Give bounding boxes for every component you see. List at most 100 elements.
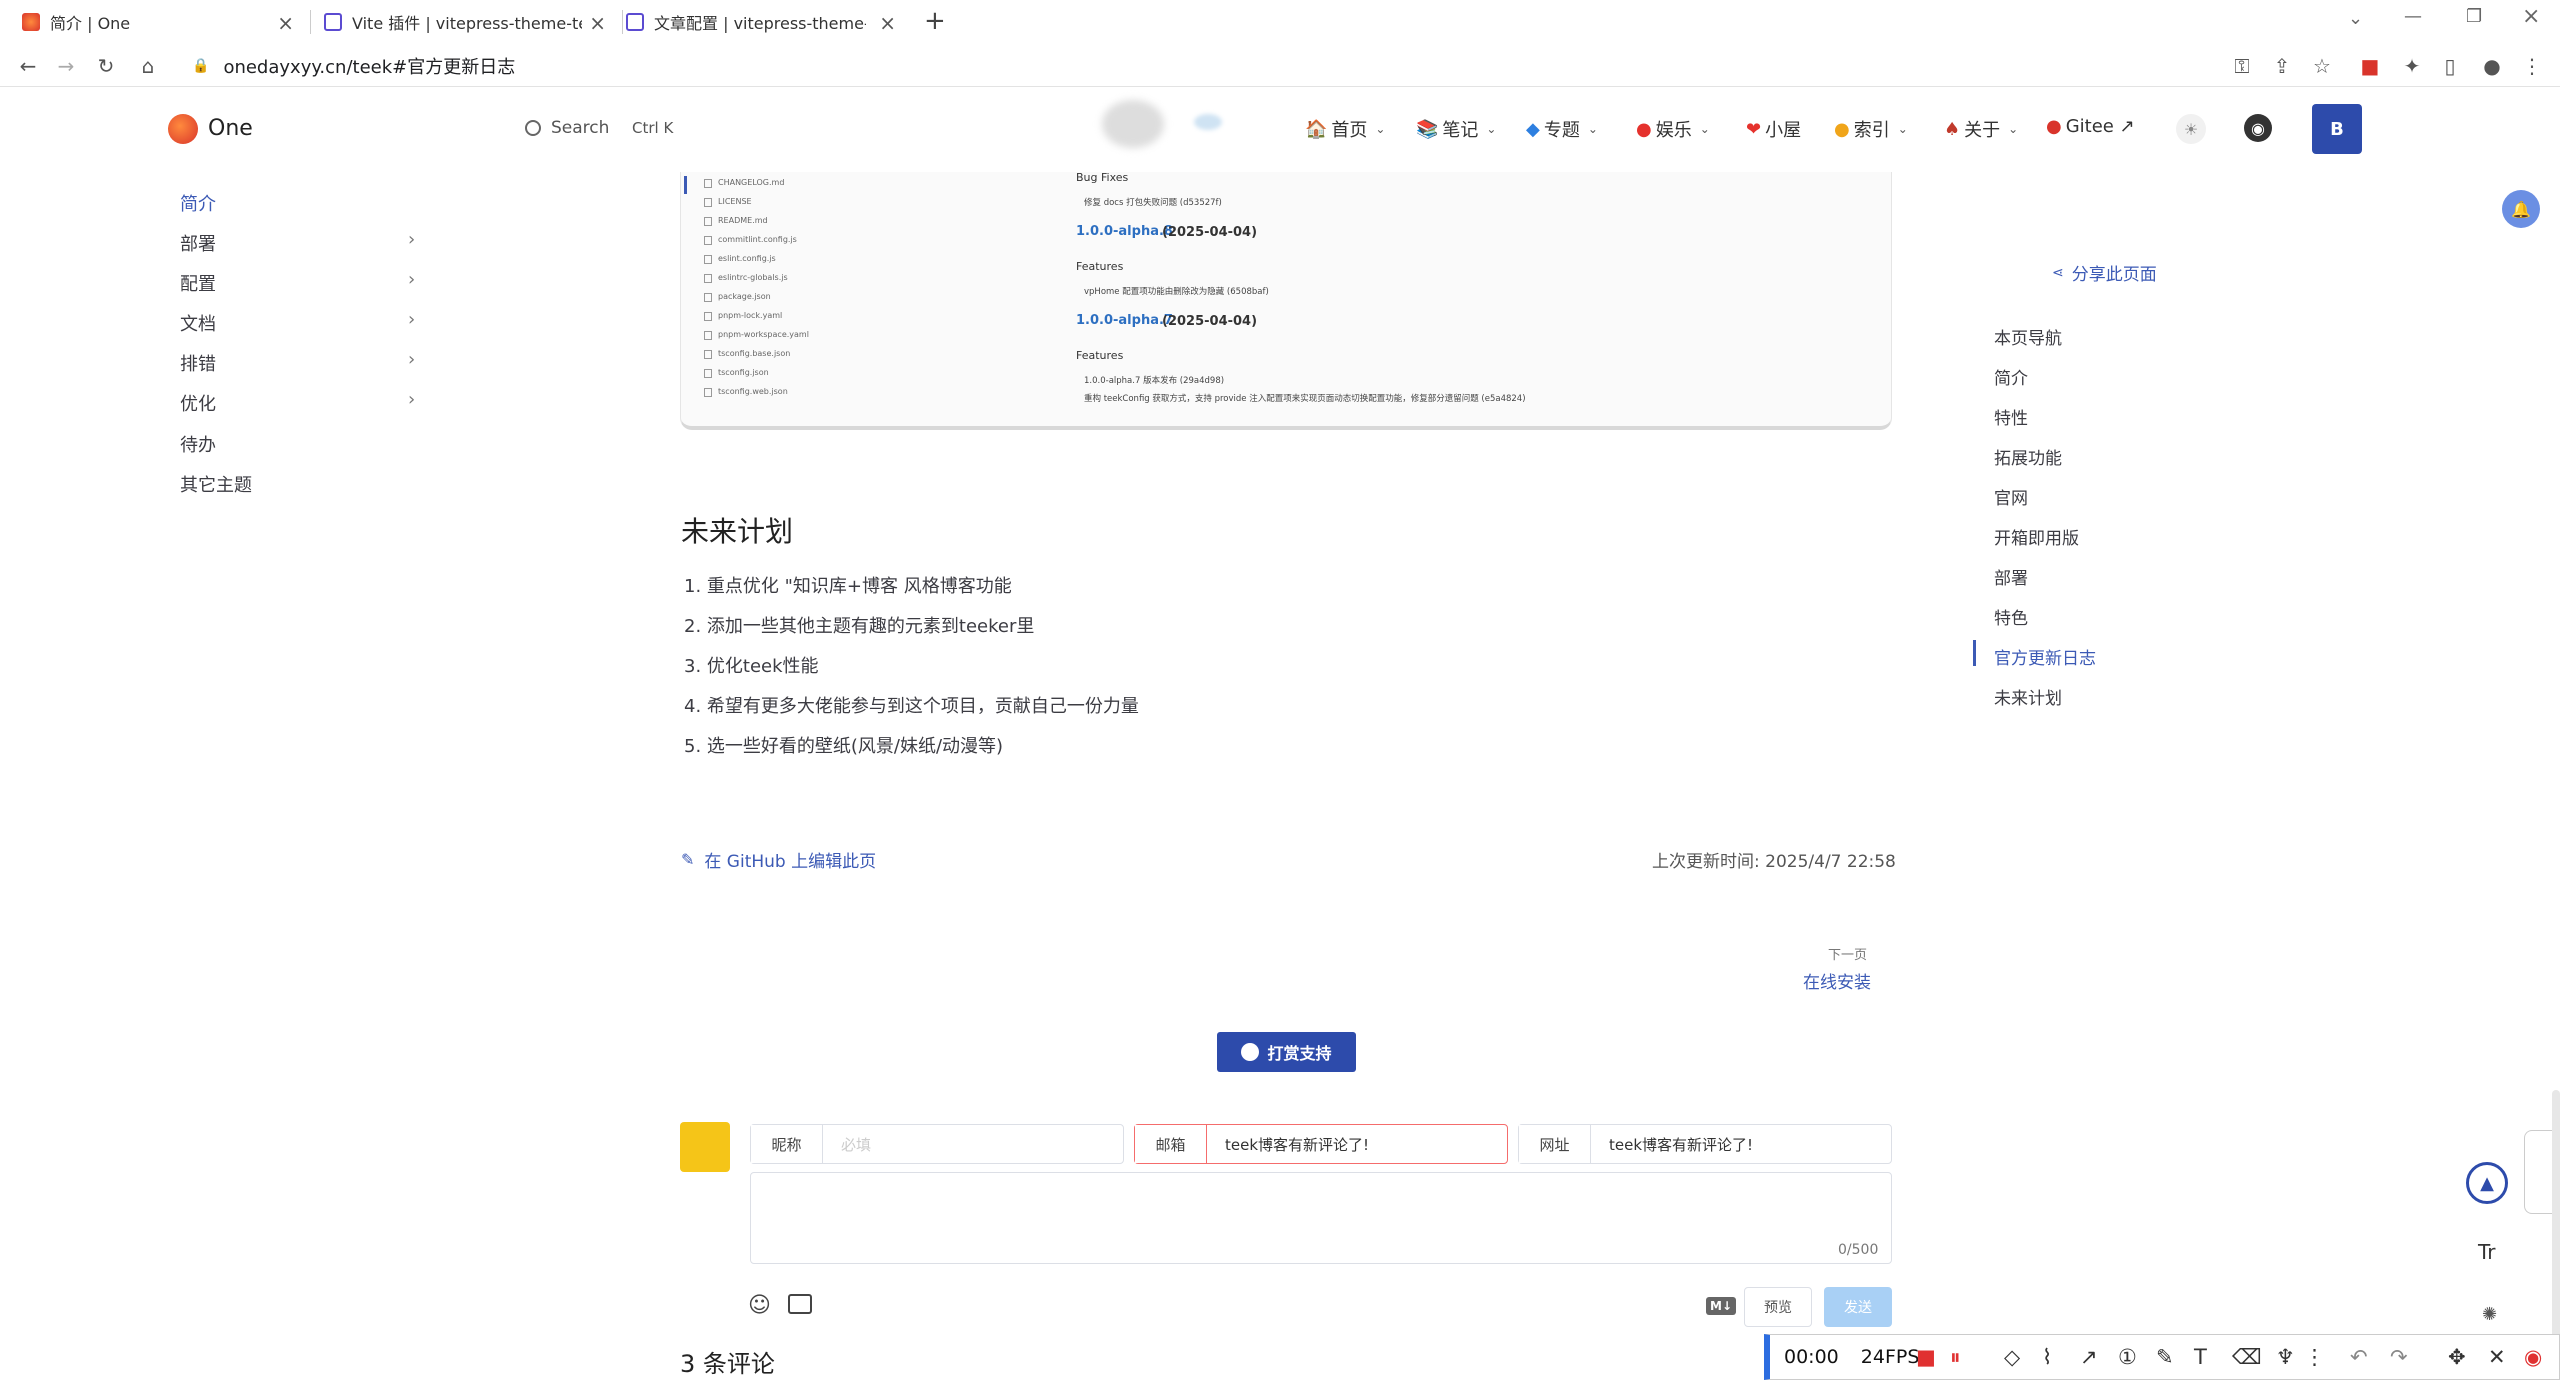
nav-topics[interactable]: ◆ 专题 ⌄ xyxy=(1526,116,1598,142)
back-icon[interactable]: ← xyxy=(14,52,42,80)
bookmark-star-icon[interactable]: ☆ xyxy=(2308,52,2336,80)
chevron-right-icon[interactable]: › xyxy=(408,309,415,330)
toc-item-highlights[interactable]: 特色 xyxy=(1994,604,2028,629)
key-icon[interactable]: ⚿ xyxy=(2228,52,2256,80)
font-size-icon[interactable]: Tr xyxy=(2478,1240,2496,1264)
sidebar-item-deploy[interactable]: 部署 xyxy=(180,230,216,256)
nav-gitee[interactable]: ● Gitee ↗ xyxy=(2046,116,2135,137)
nav-home[interactable]: 🏠 首页 ⌄ xyxy=(1305,116,1385,142)
profile-icon[interactable]: ● xyxy=(2478,52,2506,80)
site-brand[interactable]: One xyxy=(208,116,253,141)
email-value[interactable]: teek博客有新评论了! xyxy=(1207,1134,1369,1155)
toc-item-future-plans[interactable]: 未来计划 xyxy=(1994,684,2062,709)
chevron-right-icon[interactable]: › xyxy=(408,269,415,290)
comment-textarea[interactable] xyxy=(750,1172,1892,1264)
nickname-field[interactable]: 昵称 必填 xyxy=(750,1124,1124,1164)
notification-bell-icon[interactable]: 🔔 xyxy=(2502,190,2540,228)
forward-icon[interactable]: → xyxy=(52,52,80,80)
minimize-icon[interactable]: — xyxy=(2404,6,2422,27)
share-icon[interactable]: ⇪ xyxy=(2268,52,2296,80)
github-icon[interactable]: ◉ xyxy=(2244,114,2272,142)
menu-dots-icon[interactable]: ⋮ xyxy=(2518,52,2546,80)
reward-label: 打赏支持 xyxy=(1267,1044,1332,1063)
sidebar-item-intro[interactable]: 简介 xyxy=(180,190,216,216)
address-bar[interactable]: 🔒 onedayxyy.cn/teek#官方更新日志 xyxy=(192,52,515,80)
nav-about[interactable]: ♠ 关于 ⌄ xyxy=(1944,116,2018,142)
window-close-icon[interactable]: × xyxy=(2522,4,2540,29)
new-tab-button[interactable]: + xyxy=(924,6,946,36)
toc-item-changelog[interactable]: 官方更新日志 xyxy=(1994,644,2096,669)
image-upload-icon[interactable] xyxy=(788,1294,812,1314)
eraser-icon[interactable]: ⌫ xyxy=(2232,1345,2262,1369)
scrollbar[interactable] xyxy=(2552,1090,2560,1340)
side-panel-icon[interactable]: ▯ xyxy=(2436,52,2464,80)
pen-icon[interactable]: ✎ xyxy=(2156,1345,2174,1369)
text-icon[interactable]: T xyxy=(2194,1345,2207,1369)
sidebar-item-docs[interactable]: 文档 xyxy=(180,310,216,336)
sidebar-item-other-themes[interactable]: 其它主题 xyxy=(180,471,252,497)
version-link[interactable]: 1.0.0-alpha.7 xyxy=(1076,313,1173,328)
more-icon[interactable]: ⋮ xyxy=(2304,1345,2325,1369)
preview-button[interactable]: 预览 xyxy=(1744,1287,1812,1327)
sidebar-item-config[interactable]: 配置 xyxy=(180,270,216,296)
chevron-right-icon[interactable]: › xyxy=(408,229,415,250)
website-field[interactable]: 网址 teek博客有新评论了! xyxy=(1518,1124,1892,1164)
version-link[interactable]: 1.0.0-alpha.8 xyxy=(1076,224,1173,239)
toc-item-intro[interactable]: 简介 xyxy=(1994,364,2028,389)
toc-item-features[interactable]: 特性 xyxy=(1994,404,2028,429)
close-recorder-icon[interactable]: ✕ xyxy=(2488,1345,2506,1369)
logo-icon[interactable] xyxy=(168,114,198,144)
number-icon[interactable]: ① xyxy=(2118,1345,2137,1369)
theme-toggle-icon[interactable]: ☀ xyxy=(2176,114,2206,144)
toc-item-deploy[interactable]: 部署 xyxy=(1994,564,2028,589)
record-icon[interactable]: ◉ xyxy=(2524,1345,2542,1369)
curve-icon[interactable]: ⌇ xyxy=(2042,1345,2052,1369)
email-field[interactable]: 邮箱 teek博客有新评论了! xyxy=(1134,1124,1508,1164)
browser-tab-1[interactable]: 简介 | One × xyxy=(22,0,302,44)
nav-index[interactable]: ● 索引 ⌄ xyxy=(1834,116,1908,142)
send-button[interactable]: 发送 xyxy=(1824,1287,1892,1327)
reward-button[interactable]: 打赏支持 xyxy=(1217,1032,1356,1072)
toc-item-website[interactable]: 官网 xyxy=(1994,484,2028,509)
close-tab-icon[interactable]: × xyxy=(879,11,896,35)
pause-icon[interactable]: ⏸ xyxy=(1950,1345,1961,1370)
back-to-top-icon[interactable]: ▲ xyxy=(2466,1162,2508,1204)
redo-icon[interactable]: ↷ xyxy=(2390,1345,2408,1369)
nickname-placeholder[interactable]: 必填 xyxy=(823,1134,871,1155)
restore-icon[interactable]: ❐ xyxy=(2466,6,2482,27)
extensions-icon[interactable]: ✦ xyxy=(2398,52,2426,80)
toc-item-ready-version[interactable]: 开箱即用版 xyxy=(1994,524,2079,549)
sidebar-item-optimize[interactable]: 优化 xyxy=(180,390,216,416)
arrow-icon[interactable]: ↗ xyxy=(2080,1345,2098,1369)
home-icon[interactable]: ⌂ xyxy=(134,52,162,80)
sidebar-item-troubleshoot[interactable]: 排错 xyxy=(180,350,216,376)
close-tab-icon[interactable]: × xyxy=(589,11,606,35)
user-button[interactable]: B xyxy=(2312,104,2362,154)
move-icon[interactable]: ✥ xyxy=(2448,1345,2466,1369)
nav-notes[interactable]: 📚 笔记 ⌄ xyxy=(1416,116,1496,142)
toc-item-extensions[interactable]: 拓展功能 xyxy=(1994,444,2062,469)
undo-icon[interactable]: ↶ xyxy=(2350,1345,2368,1369)
emoji-icon[interactable]: ☺ xyxy=(748,1293,771,1318)
edit-on-github-link[interactable]: ✎ 在 GitHub 上编辑此页 xyxy=(681,847,876,872)
browser-tab-3[interactable]: 文章配置 | vitepress-theme-tee × xyxy=(626,0,904,44)
extension-red-icon[interactable]: ■ xyxy=(2356,52,2384,80)
share-page-link[interactable]: ⋖ 分享此页面 xyxy=(2052,260,2157,286)
reward-icon xyxy=(1241,1043,1260,1061)
chevron-right-icon[interactable]: › xyxy=(408,349,415,370)
nav-hut[interactable]: ❤ 小屋 xyxy=(1746,116,1801,142)
search-button[interactable]: Search xyxy=(525,118,609,138)
highlighter-icon[interactable]: ♆ xyxy=(2276,1345,2295,1369)
next-page-link[interactable]: 在线安装 xyxy=(1803,968,1871,993)
chevron-right-icon[interactable]: › xyxy=(408,389,415,410)
close-tab-icon[interactable]: × xyxy=(277,11,294,35)
sidebar-item-todo[interactable]: 待办 xyxy=(180,431,216,457)
tab-search-icon[interactable]: ⌄ xyxy=(2348,8,2363,29)
nav-fun[interactable]: ● 娱乐 ⌄ xyxy=(1636,116,1710,142)
browser-tab-2[interactable]: Vite 插件 | vitepress-theme-tee × xyxy=(324,0,614,44)
record-stop-icon[interactable]: ■ xyxy=(1916,1345,1936,1369)
reload-icon[interactable]: ↻ xyxy=(92,52,120,80)
shape-icon[interactable]: ◇ xyxy=(2004,1345,2020,1369)
website-value[interactable]: teek博客有新评论了! xyxy=(1591,1134,1753,1155)
markdown-icon[interactable]: M↓ xyxy=(1706,1297,1736,1315)
